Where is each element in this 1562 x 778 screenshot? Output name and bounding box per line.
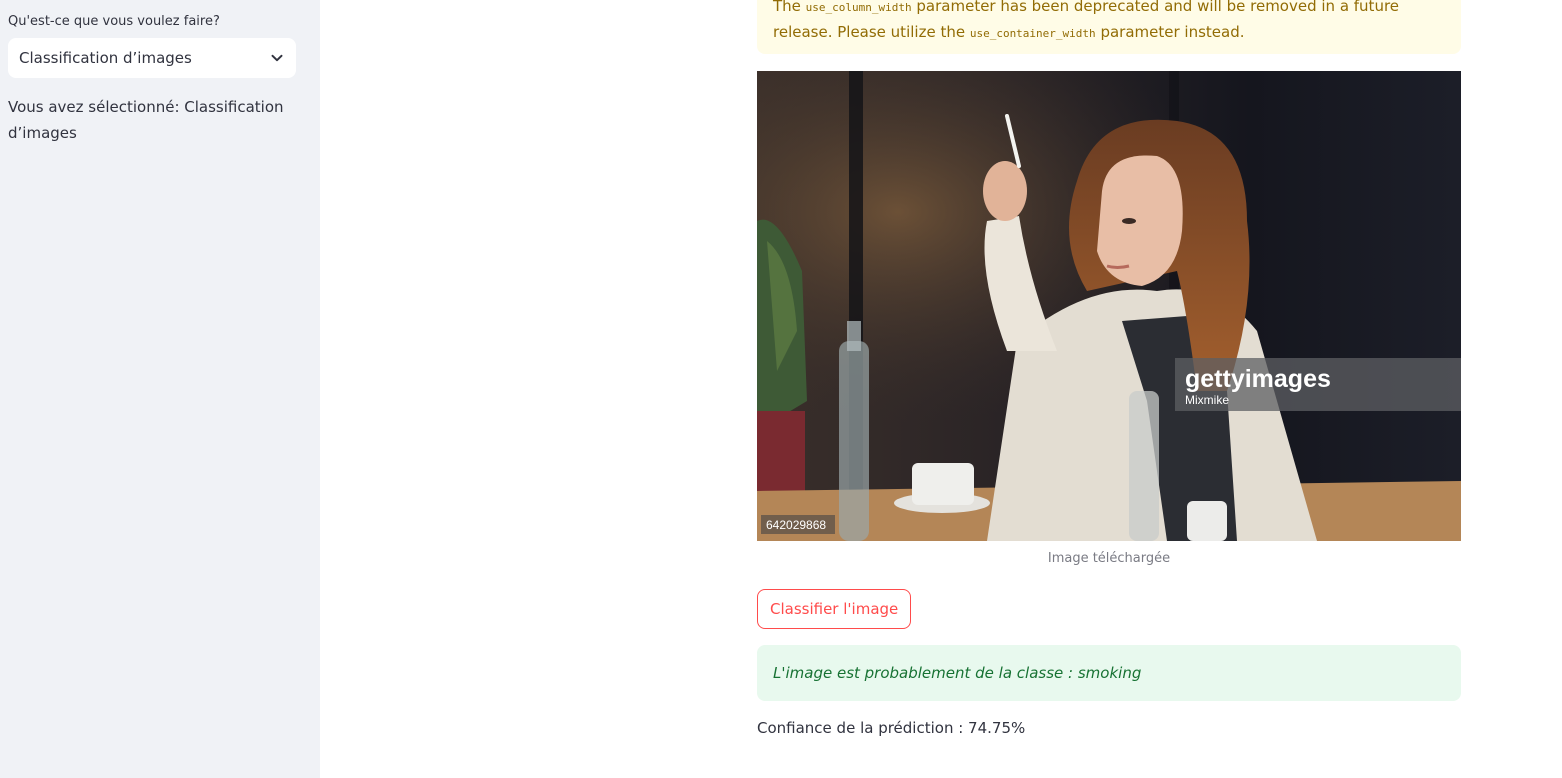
watermark-id: 642029868 — [766, 518, 826, 532]
main-content: The use_column_width parameter has been … — [320, 0, 1562, 778]
selectbox-value: Classification d’images — [19, 49, 192, 67]
watermark-brand: gettyimages — [1185, 365, 1331, 393]
warning-code-2: use_container_width — [969, 27, 1096, 40]
selected-option-text: Vous avez sélectionné: Classification d’… — [8, 98, 284, 142]
warning-text-1: The — [773, 0, 806, 15]
deprecation-warning: The use_column_width parameter has been … — [757, 0, 1461, 54]
classify-image-button[interactable]: Classifier l'image — [757, 589, 912, 629]
task-selectbox[interactable]: Classification d’images — [8, 38, 296, 78]
warning-code-1: use_column_width — [805, 1, 912, 14]
app-root: Qu'est-ce que vous voulez faire? Classif… — [0, 0, 1562, 778]
uploaded-image: gettyimages Mixmike 642029868 — [757, 71, 1461, 541]
image-caption: Image téléchargée — [1047, 551, 1171, 566]
prediction-result-text: L'image est probablement de la classe : … — [773, 664, 1142, 682]
watermark-credit: Mixmike — [1185, 393, 1229, 407]
chevron-down-icon — [270, 51, 284, 65]
warning-text-3: parameter instead. — [1095, 23, 1245, 41]
prediction-confidence-text: Confiance de la prédiction : 74.75% — [757, 719, 1026, 737]
select-label: Qu'est-ce que vous voulez faire? — [8, 14, 220, 29]
sidebar: Qu'est-ce que vous voulez faire? Classif… — [0, 0, 320, 778]
prediction-result-alert: L'image est probablement de la classe : … — [757, 645, 1461, 701]
photo-illustration: gettyimages Mixmike 642029868 — [757, 71, 1461, 541]
